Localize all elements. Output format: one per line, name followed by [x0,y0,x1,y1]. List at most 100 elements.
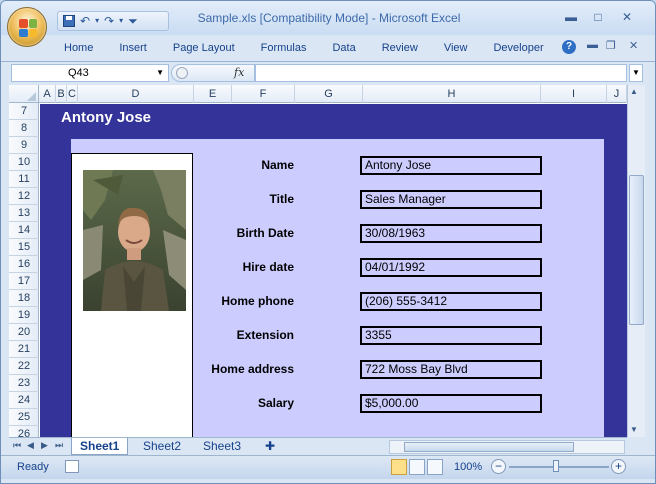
row-header[interactable]: 19 [9,307,39,324]
salary-value[interactable]: $5,000.00 [360,394,542,413]
zoom-level[interactable]: 100% [454,461,482,473]
last-sheet-icon[interactable]: ⏭ [55,440,63,451]
tab-page-layout[interactable]: Page Layout [160,37,248,59]
close-button[interactable]: ✕ [615,7,639,27]
select-all-corner[interactable] [9,85,39,103]
customize-toolbar-icon[interactable]: ⏷ [128,14,138,28]
row-header[interactable]: 24 [9,392,39,409]
row-header[interactable]: 7 [9,103,39,120]
workbook-close-button[interactable]: ✕ [629,39,638,52]
zoom-slider[interactable] [509,466,609,468]
page-break-view-icon[interactable] [427,459,443,475]
redo-icon[interactable]: ↷ [104,14,114,28]
column-header[interactable]: B [56,85,67,103]
minimize-button[interactable]: ▬ [559,7,583,27]
row-header[interactable]: 14 [9,222,39,239]
macro-record-icon[interactable] [65,460,79,473]
help-icon[interactable]: ? [562,40,576,54]
column-header[interactable]: F [232,85,295,103]
first-sheet-icon[interactable]: ⏮ [13,440,21,451]
office-button[interactable] [7,7,47,47]
column-header[interactable]: A [39,85,56,103]
undo-dropdown-icon[interactable]: ▾ [95,14,99,28]
page-layout-view-icon[interactable] [409,459,425,475]
scroll-down-icon[interactable]: ▼ [630,425,638,434]
horizontal-scroll-thumb[interactable] [404,442,574,452]
expand-formula-bar-icon[interactable]: ▼ [629,64,643,82]
row-header[interactable]: 10 [9,154,39,171]
status-bar: Ready 100% − + [1,455,655,479]
home-address-value[interactable]: 722 Moss Bay Blvd [360,360,542,379]
row-header[interactable]: 18 [9,290,39,307]
row-header[interactable]: 17 [9,273,39,290]
tab-data[interactable]: Data [319,37,368,59]
insert-function-button[interactable]: fx [234,66,244,79]
name-label: Name [261,158,294,172]
redo-dropdown-icon[interactable]: ▾ [119,14,123,28]
maximize-button[interactable]: □ [586,7,610,27]
excel-window: Sample.xls [Compatibility Mode] - Micros… [0,0,656,484]
home-phone-value[interactable]: (206) 555-3412 [360,292,542,311]
extension-label: Extension [236,328,294,342]
workbook-minimize-button[interactable]: ▬ [587,39,598,51]
vertical-scroll-thumb[interactable] [629,175,644,325]
tab-insert[interactable]: Insert [106,37,160,59]
tab-formulas[interactable]: Formulas [248,37,320,59]
next-sheet-icon[interactable]: ▶ [41,440,48,451]
name-box-value: Q43 [68,67,89,79]
row-header[interactable]: 13 [9,205,39,222]
extension-value[interactable]: 3355 [360,326,542,345]
column-header[interactable]: H [363,85,541,103]
formula-grip-icon[interactable] [176,67,188,79]
row-header[interactable]: 25 [9,409,39,426]
hire-date-value[interactable]: 04/01/1992 [360,258,542,277]
formula-input[interactable] [255,64,627,82]
employee-details-panel: Name Antony Jose Title Sales Manager Bir… [71,139,604,437]
row-header[interactable]: 20 [9,324,39,341]
horizontal-scrollbar[interactable] [389,440,625,454]
row-header[interactable]: 23 [9,375,39,392]
column-header[interactable]: G [295,85,363,103]
row-header[interactable]: 9 [9,137,39,154]
photo-frame [71,153,193,437]
tab-sheet2[interactable]: Sheet2 [135,438,189,455]
row-header[interactable]: 21 [9,341,39,358]
birth-date-value[interactable]: 30/08/1963 [360,224,542,243]
name-box-dropdown-icon[interactable]: ▼ [156,65,164,81]
zoom-slider-thumb[interactable] [553,460,559,472]
save-icon[interactable] [63,15,75,27]
tab-developer[interactable]: Developer [480,37,556,59]
name-box[interactable]: Q43 ▼ [11,64,169,82]
row-header[interactable]: 12 [9,188,39,205]
row-headers: 7 8 9 10 11 12 13 14 15 16 17 18 19 20 21 22 23 24 25 26 [9,103,39,437]
prev-sheet-icon[interactable]: ◀ [27,440,34,451]
row-header[interactable]: 22 [9,358,39,375]
name-value[interactable]: Antony Jose [360,156,542,175]
employee-photo [83,170,186,311]
undo-icon[interactable]: ↶ [80,14,90,28]
tab-view[interactable]: View [431,37,481,59]
tab-sheet1[interactable]: Sheet1 [71,438,129,455]
zoom-in-icon[interactable]: + [611,459,626,474]
row-header[interactable]: 15 [9,239,39,256]
column-header[interactable]: D [78,85,194,103]
tab-home[interactable]: Home [51,37,106,59]
column-header[interactable]: J [607,85,627,103]
column-header[interactable]: I [541,85,607,103]
row-header[interactable]: 8 [9,120,39,137]
tab-sheet3[interactable]: Sheet3 [195,438,249,455]
zoom-out-icon[interactable]: − [491,459,506,474]
normal-view-icon[interactable] [391,459,407,475]
row-header[interactable]: 16 [9,256,39,273]
vertical-scrollbar[interactable]: ▲ ▼ [627,85,645,437]
column-header[interactable]: E [194,85,232,103]
row-header[interactable]: 11 [9,171,39,188]
tab-review[interactable]: Review [369,37,431,59]
title-value[interactable]: Sales Manager [360,190,542,209]
scroll-up-icon[interactable]: ▲ [630,87,638,96]
insert-sheet-icon[interactable]: ✚ [257,438,283,455]
column-header[interactable]: C [67,85,78,103]
salary-label: Salary [257,396,294,410]
workbook-restore-button[interactable]: ❐ [606,39,616,52]
row-header[interactable]: 26 [9,426,39,437]
